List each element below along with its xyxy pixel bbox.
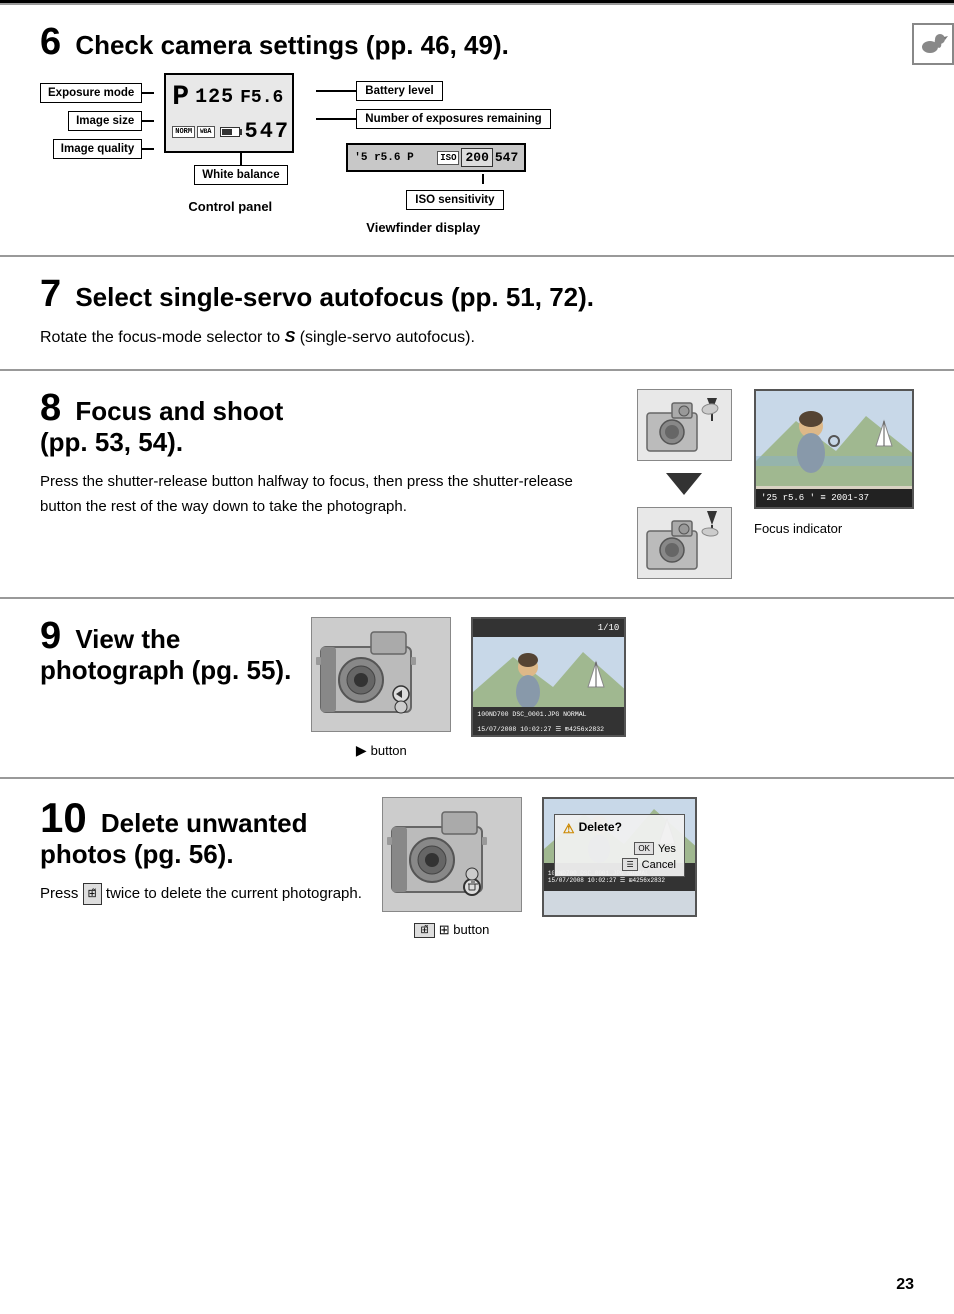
page-container: 6 Check camera settings (pp. 46, 49). Ex… (0, 0, 954, 956)
trash-icon: ⊞̃ (83, 883, 102, 905)
playback-header: 1/10 (473, 619, 624, 637)
delete-dialog-title: Delete? (579, 820, 622, 834)
delete-preview-container: 100ND700 DSC_0001.JPG NORMAL15/07/2008 1… (542, 797, 697, 917)
section8-body: Press the shutter-release button halfway… (40, 470, 614, 520)
shutter-arrow (666, 473, 702, 495)
image-quality-label: Image quality (53, 139, 143, 159)
camera-delete-illustration (382, 797, 522, 912)
exposure-mode-label: Exposure mode (40, 83, 142, 103)
delete-cancel-label: Cancel (642, 859, 676, 871)
section8-number: 8 (40, 387, 61, 429)
delete-cancel-row: ☰ Cancel (563, 858, 676, 871)
shutter-press-1 (637, 389, 732, 461)
footer-filename: 100ND700 DSC_0001.JPG NORMAL (477, 711, 586, 718)
section7-number: 7 (40, 273, 61, 315)
image-size-label: Image size (68, 111, 142, 131)
section-6: 6 Check camera settings (pp. 46, 49). Ex… (0, 3, 954, 255)
iso-sensitivity-label: ISO sensitivity (406, 190, 503, 210)
delete-overlay-dialog: ⚠ Delete? OK Yes ☰ Cancel (554, 814, 685, 877)
section-10: 10 Delete unwantedphotos (pg. 56). Press… (0, 777, 954, 956)
delete-dialog: 100ND700 DSC_0001.JPG NORMAL15/07/2008 1… (542, 797, 697, 917)
section8-title: Focus and shoot(pp. 53, 54). (40, 396, 283, 457)
lcd-battery-icon (220, 127, 240, 137)
section10-camera: ⊞̃ ⊞ button (382, 797, 522, 938)
vf-scene (756, 391, 912, 490)
delete-yes-row: OK Yes (563, 842, 676, 855)
section6-title-block: 6 Check camera settings (pp. 46, 49). (40, 23, 914, 61)
warning-icon: ⚠ (563, 821, 575, 837)
section7-body: Rotate the focus-mode selector to S (sin… (40, 325, 914, 351)
delete-dialog-title-row: ⚠ Delete? (563, 820, 676, 838)
section7-title-block: 7 Select single-servo autofocus (pp. 51,… (40, 275, 914, 313)
lcd-wb: WBA (197, 126, 214, 138)
footer-date: 15/07/2008 10:02:27 ☰ ⊞4256x2832 (477, 725, 604, 733)
playback-preview: 1/10 100ND700 (471, 617, 626, 737)
focus-dot (828, 435, 840, 447)
section6-number: 6 (40, 21, 61, 63)
vf-status-bar: '25 r5.6 ' ≡ 2001-37 (756, 489, 912, 507)
playback-scene (473, 637, 624, 718)
section-9: 9 View thephotograph (pg. 55). (0, 597, 954, 777)
playback-counter: 1/10 (598, 623, 620, 633)
playback-preview-container: 1/10 100ND700 (471, 617, 626, 737)
lcd-norm: NORM (172, 126, 195, 138)
playback-button-text: button (371, 743, 407, 758)
section10-title-block: 10 Delete unwantedphotos (pg. 56). (40, 797, 362, 870)
section-8: 8 Focus and shoot(pp. 53, 54). Press the… (0, 369, 954, 597)
section9-camera: ▶ button (311, 617, 451, 759)
battery-level-label: Battery level (356, 81, 442, 101)
section9-title-block: 9 View thephotograph (pg. 55). (40, 617, 291, 686)
section9-number: 9 (40, 615, 61, 657)
section9-title: View thephotograph (pg. 55). (40, 624, 291, 685)
camera-photo-illustration (311, 617, 451, 732)
vf-right: ISO 200 547 (437, 148, 518, 167)
yes-button-icon: OK (634, 842, 654, 855)
lcd-aperture: F5.6 (240, 88, 283, 108)
lcd-mode: P (172, 82, 189, 113)
page-number: 23 (896, 1276, 914, 1294)
shutter-press-2 (637, 507, 732, 579)
focus-indicator-label: Focus indicator (754, 521, 842, 536)
section-7: 7 Select single-servo autofocus (pp. 51,… (0, 255, 954, 369)
viewfinder-caption: Viewfinder display (366, 220, 480, 235)
lcd-number: 547 (245, 119, 291, 144)
section8-preview: '25 r5.6 ' ≡ 2001-37 Focus indicator (754, 389, 914, 579)
section6-title: Check camera settings (pp. 46, 49). (75, 30, 509, 60)
playback-arrow-icon: ▶ (356, 742, 367, 759)
lcd-shutter: 125 (195, 86, 234, 109)
vf-status-text: '25 r5.6 ' ≡ 2001-37 (761, 493, 869, 503)
section10-body: Press ⊞̃ twice to delete the current pho… (40, 882, 362, 907)
vf-left: '5 r5.6 P (354, 152, 413, 164)
lcd-display: P 125 F5.6 NORM WBA (164, 73, 294, 153)
section7-title: Select single-servo autofocus (pp. 51, 7… (75, 282, 594, 312)
viewfinder-display: '5 r5.6 P ISO 200 547 (346, 143, 526, 172)
delete-button-text: ⊞ button (439, 922, 490, 938)
shutter-illustrations (634, 389, 734, 579)
bird-icon (912, 23, 954, 65)
trash-button-icon: ⊞̃ (414, 923, 434, 938)
viewfinder-preview: '25 r5.6 ' ≡ 2001-37 (754, 389, 914, 509)
section10-button-label: ⊞̃ ⊞ button (414, 922, 489, 938)
number-exposures-label: Number of exposures remaining (356, 109, 550, 129)
cancel-button-icon: ☰ (622, 858, 637, 871)
section10-number: 10 (40, 794, 87, 841)
section8-title-block: 8 Focus and shoot(pp. 53, 54). (40, 389, 614, 458)
control-panel-caption: Control panel (188, 199, 272, 214)
delete-yes-label: Yes (658, 843, 676, 855)
section9-button-label: ▶ button (356, 742, 407, 759)
white-balance-label: White balance (194, 165, 287, 185)
playback-footer: 100ND700 DSC_0001.JPG NORMAL 15/07/2008 … (473, 707, 624, 735)
